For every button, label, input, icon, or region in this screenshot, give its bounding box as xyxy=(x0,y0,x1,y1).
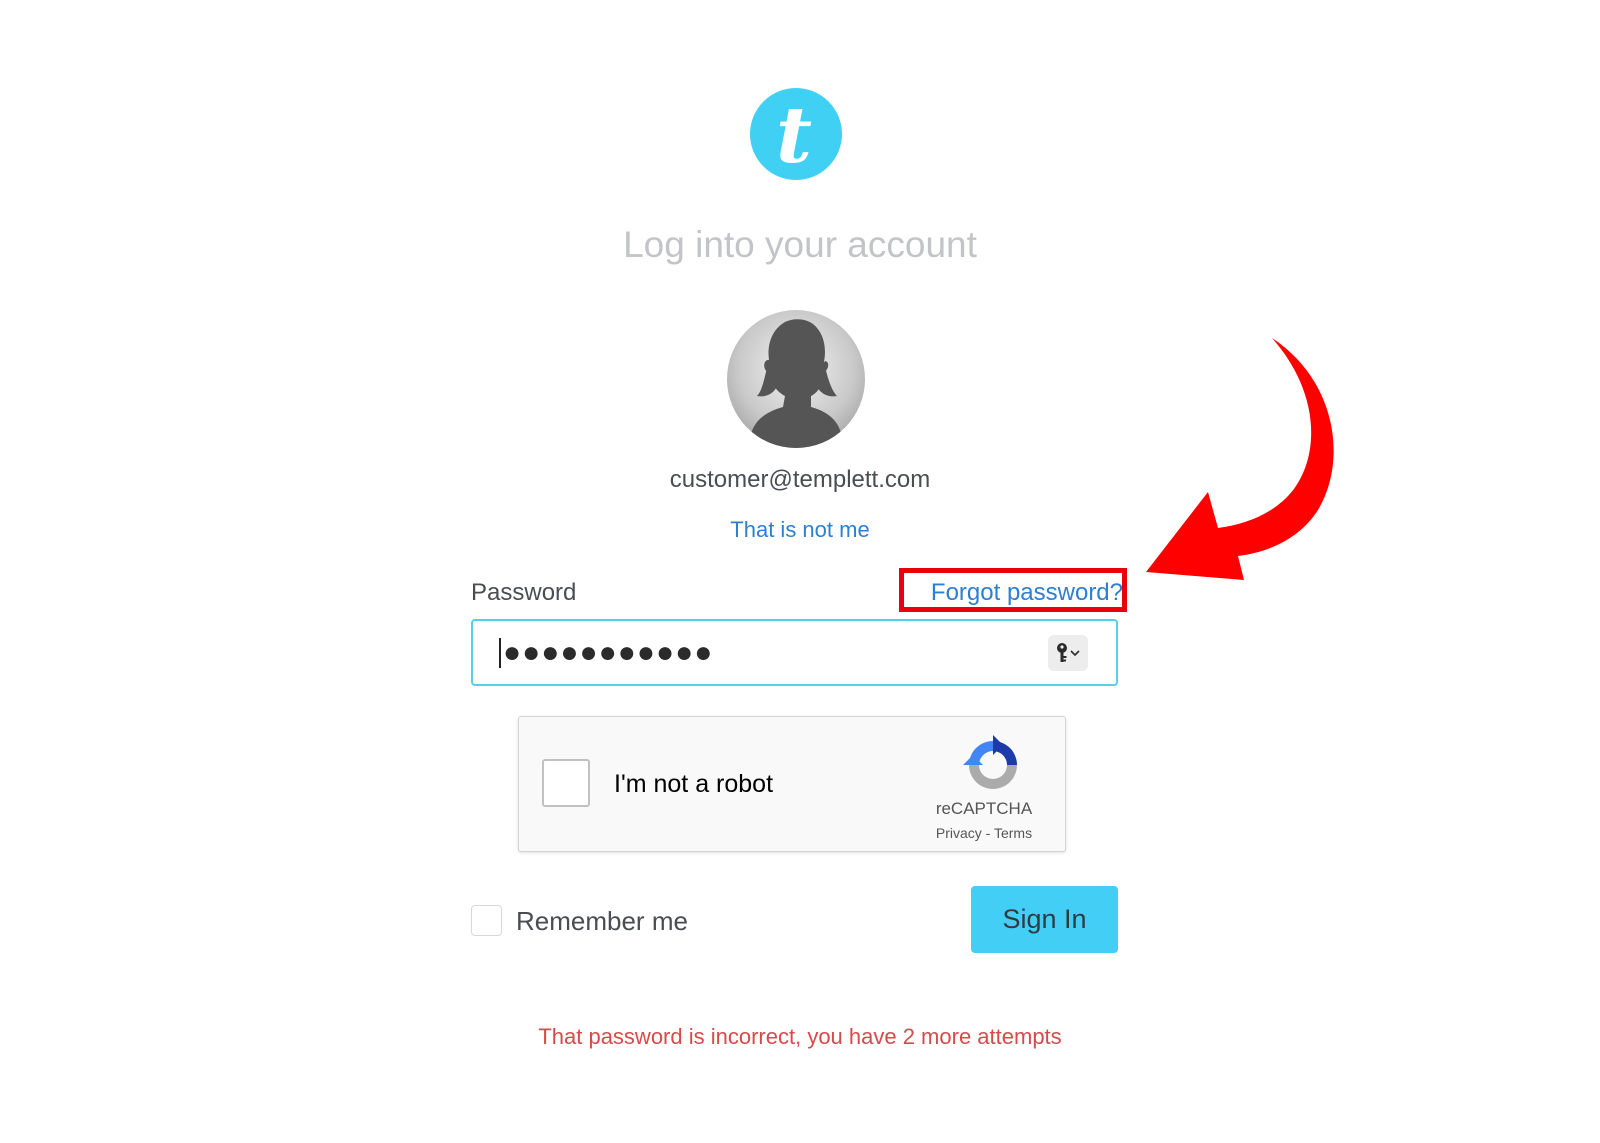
password-manager-key-icon[interactable] xyxy=(1048,635,1088,671)
templett-logo: t xyxy=(750,88,842,180)
not-me-link[interactable]: That is not me xyxy=(0,517,1600,543)
recaptcha-privacy-link[interactable]: Privacy xyxy=(936,825,982,841)
remember-me-checkbox[interactable] xyxy=(471,905,502,936)
login-page: t Log into your account customer@templet… xyxy=(0,0,1600,1143)
sign-in-button[interactable]: Sign In xyxy=(971,886,1118,953)
forgot-password-link[interactable]: Forgot password? xyxy=(931,579,1123,607)
recaptcha-link-separator: - xyxy=(981,825,994,841)
recaptcha-logo-icon xyxy=(963,735,1017,789)
curved-arrow-icon xyxy=(1146,338,1334,580)
recaptcha-terms-link[interactable]: Terms xyxy=(994,825,1032,841)
user-silhouette-icon xyxy=(727,310,865,448)
user-email: customer@templett.com xyxy=(669,466,931,493)
error-message: That password is incorrect, you have 2 m… xyxy=(538,1024,1062,1049)
password-masked-value: ●●●●●●●●●●● xyxy=(503,635,714,669)
not-a-robot-label: I'm not a robot xyxy=(614,770,774,798)
logo-letter: t xyxy=(775,90,813,181)
recaptcha-links: Privacy - Terms xyxy=(919,825,1049,841)
remember-me-label[interactable]: Remember me xyxy=(516,906,688,937)
text-caret xyxy=(499,637,501,668)
recaptcha-brand: reCAPTCHA xyxy=(935,799,1033,818)
not-a-robot-checkbox[interactable] xyxy=(542,759,590,807)
page-title: Log into your account xyxy=(623,224,977,265)
password-label: Password xyxy=(471,579,577,606)
password-input[interactable]: ●●●●●●●●●●● xyxy=(471,619,1118,686)
recaptcha-widget: I'm not a robot reCAPTCHA Privacy - Term… xyxy=(518,716,1066,852)
